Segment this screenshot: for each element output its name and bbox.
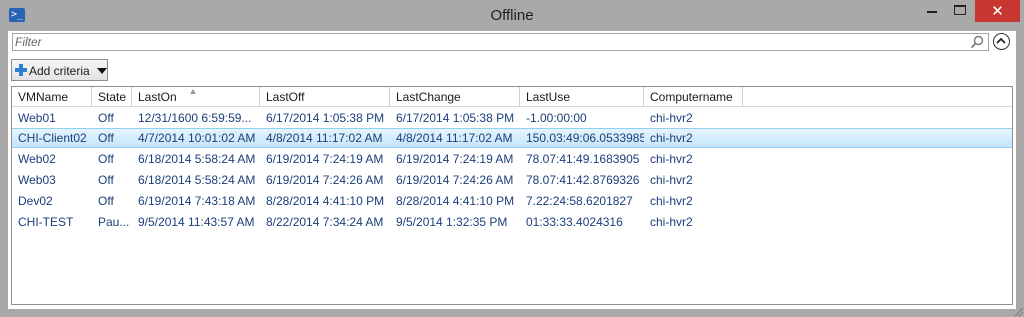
grid-header: VMName State LastOn LastOff LastChange L…	[12, 87, 1012, 107]
cell-state: Off	[98, 194, 114, 208]
cell-vmname: Dev02	[18, 194, 53, 208]
column-header-laston[interactable]: LastOn	[132, 87, 260, 107]
cell-laston: 6/19/2014 7:43:18 AM	[138, 194, 256, 208]
content-area: Add criteria VMName State LastOn LastOff…	[8, 31, 1016, 309]
cell-lastuse: 01:33:33.4024316	[526, 215, 623, 229]
cell-state: Off	[98, 152, 114, 166]
maximize-button[interactable]	[946, 0, 974, 22]
cell-laston: 6/18/2014 5:58:24 AM	[138, 152, 256, 166]
results-grid[interactable]: VMName State LastOn LastOff LastChange L…	[11, 86, 1013, 305]
table-row[interactable]: CHI-TEST Pau... 9/5/2014 11:43:57 AM 8/2…	[12, 212, 1012, 232]
add-criteria-label: Add criteria	[29, 64, 90, 78]
cell-lastchange: 4/8/2014 11:17:02 AM	[396, 131, 513, 145]
cell-lastuse: 150.03:49:06.0533985	[526, 131, 644, 145]
cell-computername: chi-hvr2	[650, 111, 693, 125]
chevron-up-icon	[996, 37, 1006, 44]
column-header-lastoff[interactable]: LastOff	[260, 87, 390, 107]
cell-computername: chi-hvr2	[650, 152, 693, 166]
minimize-button[interactable]	[918, 0, 946, 22]
cell-computername: chi-hvr2	[650, 215, 693, 229]
cell-lastuse: 78.07:41:49.1683905	[526, 152, 640, 166]
cell-lastuse: -1.00:00:00	[526, 111, 587, 125]
close-button[interactable]: ✕	[975, 0, 1020, 22]
cell-lastoff: 8/28/2014 4:41:10 PM	[266, 194, 385, 208]
title-bar[interactable]: >_ Offline ✕	[0, 0, 1024, 31]
cell-state: Off	[98, 131, 114, 145]
maximize-icon	[954, 5, 966, 15]
column-header-laston-label: LastOn	[138, 90, 177, 104]
cell-computername: chi-hvr2	[650, 194, 693, 208]
cell-lastoff: 6/19/2014 7:24:19 AM	[266, 152, 384, 166]
column-header-lastchange[interactable]: LastChange	[390, 87, 520, 107]
cell-lastuse: 78.07:41:42.8769326	[526, 173, 640, 187]
table-row[interactable]: Dev02 Off 6/19/2014 7:43:18 AM 8/28/2014…	[12, 191, 1012, 211]
cell-lastoff: 6/17/2014 1:05:38 PM	[266, 111, 385, 125]
table-row[interactable]: Web02 Off 6/18/2014 5:58:24 AM 6/19/2014…	[12, 149, 1012, 169]
cell-computername: chi-hvr2	[650, 173, 693, 187]
table-row-selected[interactable]: CHI-Client02 Off 4/7/2014 10:01:02 AM 4/…	[12, 128, 1012, 148]
collapse-button[interactable]	[993, 33, 1010, 50]
filter-input[interactable]	[15, 35, 965, 49]
cell-vmname: Web02	[18, 152, 56, 166]
plus-icon	[15, 64, 27, 76]
cell-vmname: CHI-Client02	[18, 131, 87, 145]
cell-state: Pau...	[98, 215, 130, 229]
cell-state: Off	[98, 111, 114, 125]
cell-lastchange: 6/19/2014 7:24:26 AM	[396, 173, 514, 187]
cell-lastchange: 9/5/2014 1:32:35 PM	[396, 215, 508, 229]
column-header-vmname[interactable]: VMName	[12, 87, 92, 107]
cell-lastoff: 4/8/2014 11:17:02 AM	[266, 131, 383, 145]
cell-vmname: Web01	[18, 111, 56, 125]
cell-state: Off	[98, 173, 114, 187]
close-icon: ✕	[991, 2, 1004, 20]
cell-laston: 9/5/2014 11:43:57 AM	[138, 215, 255, 229]
cell-vmname: CHI-TEST	[18, 215, 74, 229]
sort-ascending-icon	[190, 89, 196, 94]
table-row[interactable]: Web03 Off 6/18/2014 5:58:24 AM 6/19/2014…	[12, 170, 1012, 190]
dropdown-arrow-icon	[97, 68, 107, 74]
minimize-icon	[927, 11, 937, 13]
column-header-lastuse[interactable]: LastUse	[520, 87, 644, 107]
cell-lastchange: 8/28/2014 4:41:10 PM	[396, 194, 515, 208]
cell-lastoff: 6/19/2014 7:24:26 AM	[266, 173, 384, 187]
window-title: Offline	[490, 7, 534, 24]
column-header-state[interactable]: State	[92, 87, 132, 107]
cell-lastchange: 6/17/2014 1:05:38 PM	[396, 111, 515, 125]
search-icon[interactable]	[970, 35, 984, 49]
resize-grip-icon[interactable]	[1012, 305, 1024, 317]
cell-lastchange: 6/19/2014 7:24:19 AM	[396, 152, 514, 166]
offline-window: >_ Offline ✕ Filter Add criteria VMName …	[0, 0, 1024, 317]
cell-laston: 4/7/2014 10:01:02 AM	[138, 131, 256, 145]
cell-laston: 6/18/2014 5:58:24 AM	[138, 173, 256, 187]
table-row[interactable]: Web01 Off 12/31/1600 6:59:59... 6/17/201…	[12, 108, 1012, 128]
cell-laston: 12/31/1600 6:59:59...	[138, 111, 252, 125]
cell-lastoff: 8/22/2014 7:34:24 AM	[266, 215, 384, 229]
filter-box[interactable]	[12, 33, 989, 51]
column-header-computername[interactable]: Computername	[644, 87, 743, 107]
cell-computername: chi-hvr2	[650, 131, 693, 145]
add-criteria-button[interactable]: Add criteria	[11, 59, 108, 81]
cell-lastuse: 7.22:24:58.6201827	[526, 194, 633, 208]
cell-vmname: Web03	[18, 173, 56, 187]
